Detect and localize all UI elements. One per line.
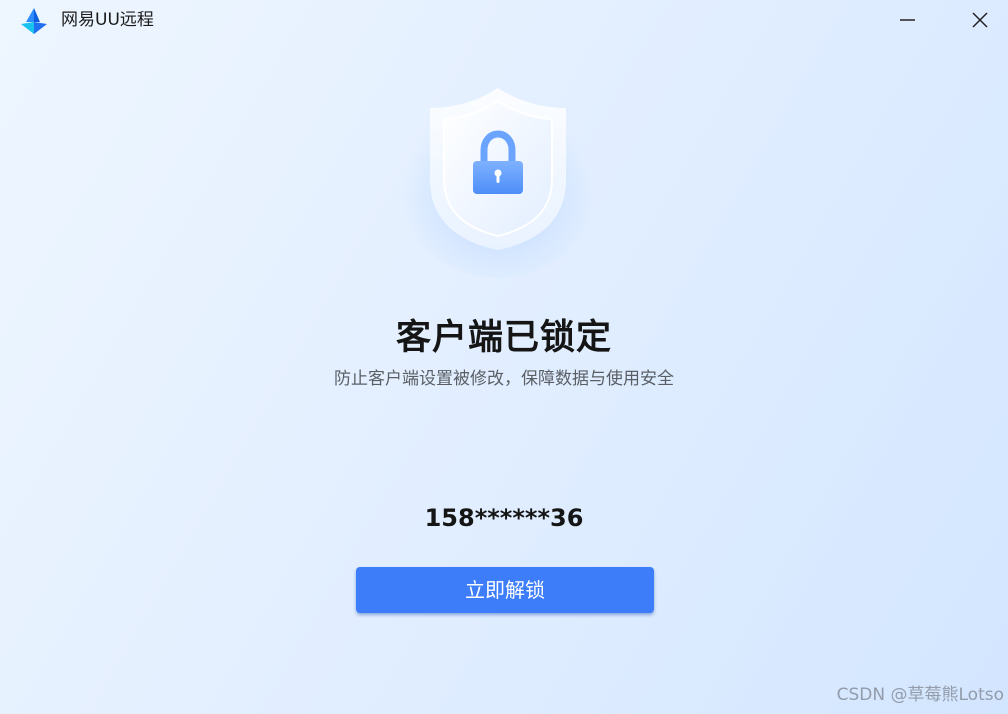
locked-subtitle: 防止客户端设置被修改，保障数据与使用安全 [334, 369, 674, 389]
close-icon [972, 12, 988, 28]
uu-remote-logo-icon [20, 7, 48, 35]
shield-lock-icon [398, 70, 598, 280]
watermark: CSDN @草莓熊Lotso [836, 685, 1004, 705]
masked-account-number: 158******36 [424, 504, 584, 532]
app-title: 网易UU远程 [61, 10, 154, 30]
unlock-now-button[interactable]: 立即解锁 [356, 567, 654, 613]
locked-headline: 客户端已锁定 [395, 318, 612, 358]
title-bar[interactable]: 网易UU远程 [0, 0, 1008, 40]
app-window: 网易UU远程 客户端已锁定 防止客户端设置被修改，保障数据与使用安全 158**… [0, 0, 1008, 714]
close-button[interactable] [960, 4, 1000, 36]
minimize-icon [900, 19, 915, 21]
minimize-button[interactable] [887, 4, 927, 36]
